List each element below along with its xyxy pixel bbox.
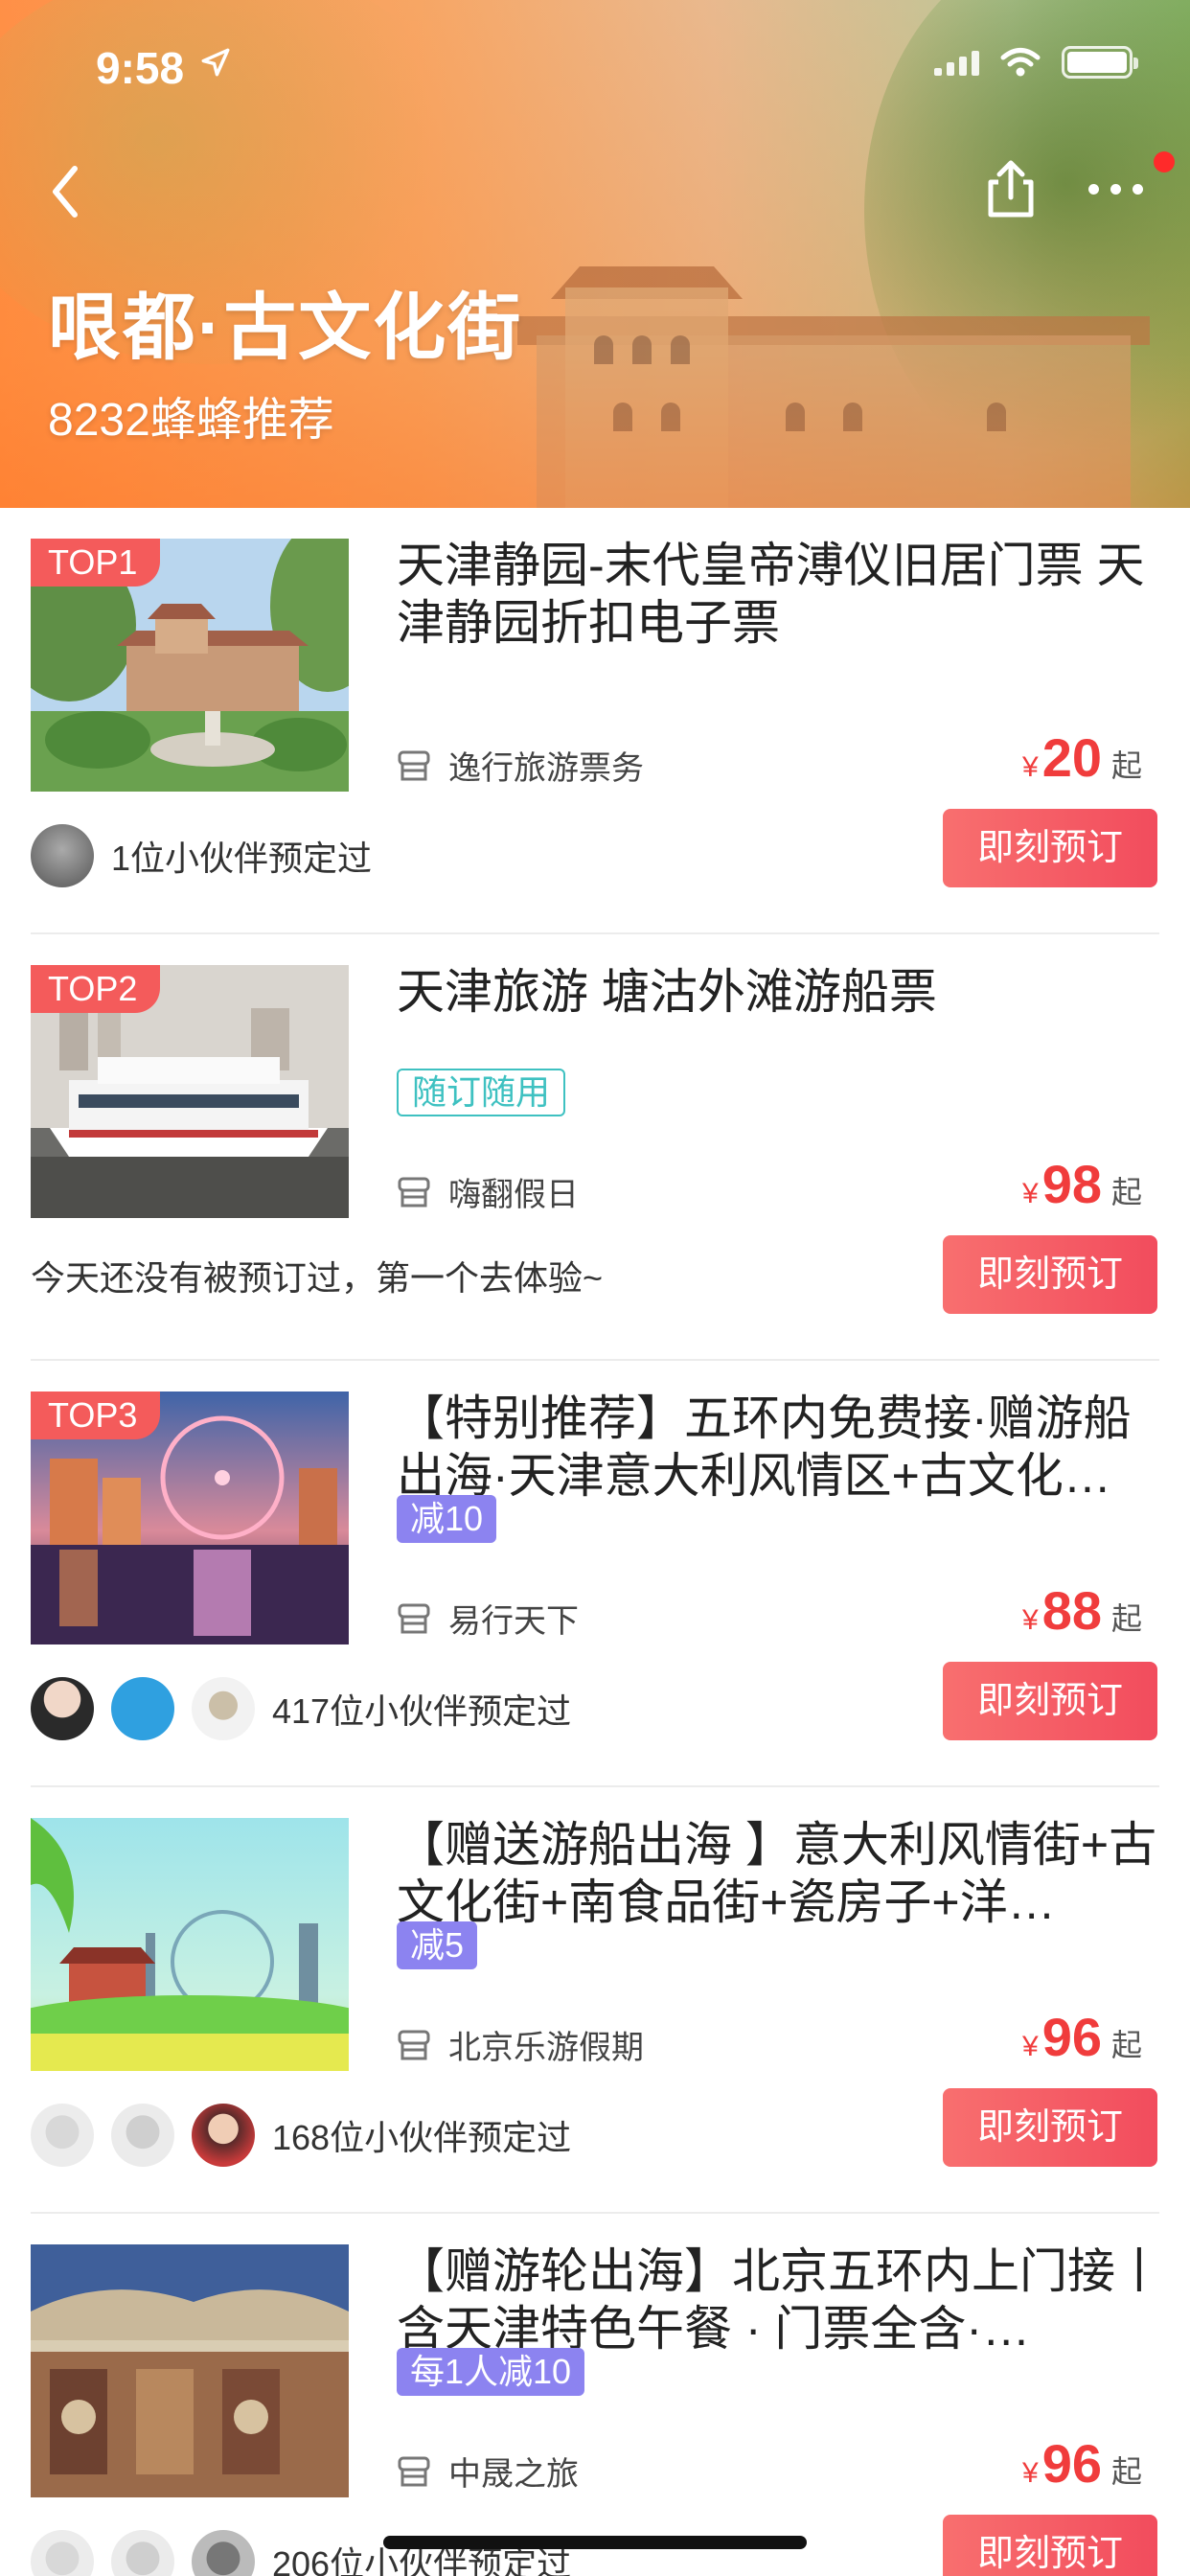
- battery-icon: [1062, 46, 1138, 79]
- shop-icon: [398, 2456, 430, 2486]
- product-title[interactable]: 天津静园-末代皇帝溥仪旧居门票 天津静园折扣电子票: [397, 537, 1163, 652]
- product-title[interactable]: 天津旅游 塘沽外滩游船票: [397, 963, 1163, 1021]
- shop-icon: [398, 750, 430, 780]
- price-currency: ¥: [1022, 2457, 1039, 2489]
- product-thumbnail[interactable]: TOP3: [31, 1392, 349, 1644]
- price: ¥ 20 起: [1022, 726, 1142, 789]
- discount-tag: 减5: [397, 1921, 478, 1969]
- discount-tag: 每1人减10: [397, 2348, 585, 2396]
- avatar: [192, 1677, 255, 1740]
- vendor-name: 逸行旅游票务: [448, 750, 644, 787]
- book-now-button[interactable]: 即刻预订: [943, 809, 1157, 887]
- avatar: [111, 2104, 174, 2167]
- vendor-name: 中晟之旅: [448, 2456, 579, 2493]
- price-suffix: 起: [1110, 1601, 1142, 1636]
- list-item[interactable]: TOP1 天津静园-末代皇帝溥仪旧居门票 天津静园折扣电子票 逸行旅游票务 ¥ …: [0, 508, 1190, 934]
- price-value: 96: [1041, 2007, 1102, 2067]
- booking-social: 今天还没有被预订过，第一个去体验~: [31, 1251, 603, 1300]
- page-title: 哏都·古文化街: [48, 288, 523, 369]
- price-currency: ¥: [1022, 751, 1039, 783]
- avatar: [31, 824, 94, 887]
- book-now-button[interactable]: 即刻预订: [943, 2088, 1157, 2167]
- status-indicators: [934, 46, 1138, 79]
- price: ¥ 88 起: [1022, 1579, 1142, 1642]
- product-title[interactable]: 【赠游轮出海】北京五环内上门接丨含天津特色午餐 · 门票全含·…: [397, 2242, 1163, 2358]
- price-value: 88: [1041, 1580, 1102, 1641]
- vendor-name: 嗨翻假日: [448, 1177, 579, 1213]
- more-icon[interactable]: [1088, 172, 1165, 205]
- booking-social: 168位小伙伴预定过: [31, 2104, 571, 2167]
- avatar: [192, 2530, 255, 2576]
- price-suffix: 起: [1110, 2454, 1142, 2489]
- rank-badge: TOP1: [31, 539, 161, 586]
- shop-icon: [398, 1603, 430, 1633]
- vendor-info[interactable]: 嗨翻假日: [397, 1168, 579, 1215]
- list-item[interactable]: TOP3 【特别推荐】五环内免费接·赠游船出海·天津意大利风情区+古文化… 减1…: [0, 1361, 1190, 1787]
- vendor-info[interactable]: 易行天下: [397, 1595, 579, 1642]
- vendor-name: 易行天下: [448, 1603, 579, 1640]
- price-value: 98: [1041, 1154, 1102, 1214]
- price-value: 96: [1041, 2433, 1102, 2494]
- product-thumbnail[interactable]: [31, 2244, 349, 2497]
- price: ¥ 96 起: [1022, 2432, 1142, 2495]
- notification-dot: [1154, 151, 1175, 172]
- price-value: 20: [1041, 727, 1102, 788]
- status-time: 9:58: [96, 43, 185, 93]
- booking-count-text: 1位小伙伴预定过: [111, 839, 373, 878]
- price-suffix: 起: [1110, 748, 1142, 783]
- booking-social: 1位小伙伴预定过: [31, 824, 372, 887]
- rank-badge: TOP3: [31, 1392, 161, 1439]
- vendor-info[interactable]: 中晟之旅: [397, 2448, 579, 2495]
- cellular-signal-icon: [934, 49, 979, 76]
- vendor-name: 北京乐游假期: [448, 2030, 644, 2066]
- product-thumbnail[interactable]: TOP1: [31, 539, 349, 792]
- price-currency: ¥: [1022, 1178, 1039, 1209]
- location-arrow-icon: [201, 48, 230, 77]
- price-currency: ¥: [1022, 1604, 1039, 1636]
- vendor-info[interactable]: 逸行旅游票务: [397, 742, 644, 789]
- promo-tag: 随订随用: [397, 1069, 566, 1116]
- list-item[interactable]: TOP2 天津旅游 塘沽外滩游船票 随订随用 嗨翻假日 ¥ 98 起 今天还没有…: [0, 934, 1190, 1361]
- booking-count-text: 今天还没有被预订过，第一个去体验~: [31, 1258, 604, 1298]
- home-indicator: [383, 2536, 807, 2549]
- vendor-info[interactable]: 北京乐游假期: [397, 2021, 644, 2068]
- header-banner: 9:58 哏都·古文化街 8232蜂蜂推荐: [0, 0, 1190, 508]
- rank-badge: TOP2: [31, 965, 161, 1013]
- product-thumbnail[interactable]: [31, 1818, 349, 2071]
- price-suffix: 起: [1110, 1175, 1142, 1209]
- avatar: [31, 1677, 94, 1740]
- booking-count-text: 168位小伙伴预定过: [272, 2118, 572, 2157]
- avatar: [192, 2104, 255, 2167]
- product-title[interactable]: 【赠送游船出海 】意大利风情街+古文化街+南食品街+瓷房子+洋…: [397, 1816, 1163, 1931]
- shop-icon: [398, 2030, 430, 2059]
- shop-icon: [398, 1177, 430, 1207]
- book-now-button[interactable]: 即刻预订: [943, 1235, 1157, 1314]
- page-subtitle: 8232蜂蜂推荐: [48, 395, 334, 446]
- price-currency: ¥: [1022, 2031, 1039, 2062]
- share-icon[interactable]: [977, 155, 1044, 222]
- booking-count-text: 417位小伙伴预定过: [272, 1691, 572, 1731]
- avatar: [111, 2530, 174, 2576]
- avatar: [31, 2530, 94, 2576]
- book-now-button[interactable]: 即刻预订: [943, 1662, 1157, 1740]
- list-item[interactable]: 【赠送游船出海 】意大利风情街+古文化街+南食品街+瓷房子+洋… 减5 北京乐游…: [0, 1787, 1190, 2214]
- wifi-icon: [1000, 48, 1041, 77]
- discount-tag: 减10: [397, 1495, 497, 1543]
- price-suffix: 起: [1110, 2028, 1142, 2062]
- price: ¥ 98 起: [1022, 1153, 1142, 1215]
- book-now-button[interactable]: 即刻预订: [943, 2515, 1157, 2576]
- avatar: [31, 2104, 94, 2167]
- back-icon[interactable]: [38, 153, 96, 230]
- product-title[interactable]: 【特别推荐】五环内免费接·赠游船出海·天津意大利风情区+古文化…: [397, 1390, 1163, 1505]
- list-item[interactable]: 【赠游轮出海】北京五环内上门接丨含天津特色午餐 · 门票全含·… 每1人减10 …: [0, 2214, 1190, 2576]
- price: ¥ 96 起: [1022, 2006, 1142, 2068]
- avatar: [111, 1677, 174, 1740]
- booking-social: 417位小伙伴预定过: [31, 1677, 571, 1740]
- product-thumbnail[interactable]: TOP2: [31, 965, 349, 1218]
